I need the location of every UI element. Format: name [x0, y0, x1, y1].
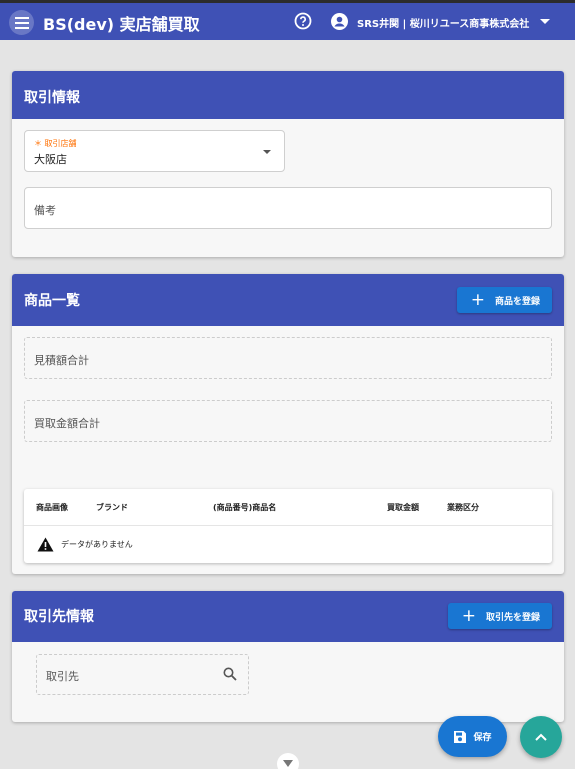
transaction-info-card: 取引情報 ＊ 取引店舗 大阪店 備考: [12, 71, 564, 257]
partner-search-placeholder: 取引先: [46, 670, 79, 683]
register-product-button[interactable]: + 商品を登録: [456, 287, 552, 313]
transaction-info-title: 取引情報: [24, 90, 80, 106]
app-title: BS(dev) 実店舗買取: [43, 15, 200, 34]
partner-info-title: 取引先情報: [24, 609, 94, 625]
memo-field[interactable]: 備考: [24, 187, 552, 229]
register-product-label: 商品を登録: [494, 296, 540, 307]
help-icon[interactable]: [294, 12, 312, 30]
required-mark: ＊: [34, 139, 45, 148]
partner-search-field[interactable]: 取引先: [36, 654, 249, 695]
column-header-image[interactable]: 商品画像: [36, 502, 68, 513]
save-label: 保存: [473, 733, 492, 743]
app-bar: BS(dev) 実店舗買取 SRS井関 | 桜川リユース商事株式会社: [0, 0, 575, 40]
search-icon[interactable]: [223, 667, 237, 681]
save-icon: [454, 730, 467, 743]
menu-button[interactable]: [9, 10, 34, 35]
column-header-purchase-price[interactable]: 買取金額: [387, 502, 419, 513]
estimate-total-field: 見積額合計: [24, 337, 552, 379]
store-select-value: 大阪店: [34, 153, 67, 166]
store-select[interactable]: ＊ 取引店舗 大阪店: [24, 130, 285, 172]
transaction-info-header: 取引情報: [12, 71, 564, 119]
column-header-brand[interactable]: ブランド: [96, 502, 128, 513]
estimate-total-label: 見積額合計: [34, 354, 89, 367]
empty-row: データがありません: [37, 537, 133, 552]
partner-info-card: 取引先情報 + 取引先を登録 取引先: [12, 591, 564, 722]
user-name[interactable]: SRS井関 | 桜川リユース商事株式会社: [357, 15, 529, 30]
product-list-card: 商品一覧 + 商品を登録 見積額合計 買取金額合計 商品画像 ブランド (商品番…: [12, 274, 564, 574]
caret-down-icon[interactable]: [263, 150, 271, 154]
product-table: 商品画像 ブランド (商品番号)商品名 買取金額 業務区分 データがありません: [24, 489, 552, 563]
plus-icon: +: [461, 605, 476, 626]
account-icon[interactable]: [331, 13, 348, 30]
purchase-total-field: 買取金額合計: [24, 400, 552, 442]
product-list-title: 商品一覧: [24, 293, 80, 309]
register-partner-label: 取引先を登録: [485, 612, 540, 623]
empty-message: データがありません: [61, 540, 133, 549]
chevron-up-icon: [535, 733, 547, 741]
column-header-product-name[interactable]: (商品番号)商品名: [213, 502, 276, 513]
table-divider: [24, 525, 552, 526]
partner-info-header: 取引先情報 + 取引先を登録: [12, 591, 564, 642]
column-header-business-category[interactable]: 業務区分: [447, 502, 479, 513]
register-partner-button[interactable]: + 取引先を登録: [447, 603, 552, 629]
product-list-header: 商品一覧 + 商品を登録: [12, 274, 564, 326]
memo-placeholder: 備考: [34, 204, 56, 217]
scroll-down-button[interactable]: [277, 753, 299, 769]
warning-icon: [37, 537, 54, 552]
caret-down-icon[interactable]: [540, 19, 550, 24]
scroll-top-button[interactable]: [520, 716, 562, 758]
save-button[interactable]: 保存: [438, 716, 507, 757]
chevron-down-icon: [283, 760, 293, 767]
purchase-total-label: 買取金額合計: [34, 417, 100, 430]
store-select-label: 取引店舗: [44, 139, 77, 148]
menu-icon: [14, 16, 29, 29]
plus-icon: +: [470, 289, 485, 310]
